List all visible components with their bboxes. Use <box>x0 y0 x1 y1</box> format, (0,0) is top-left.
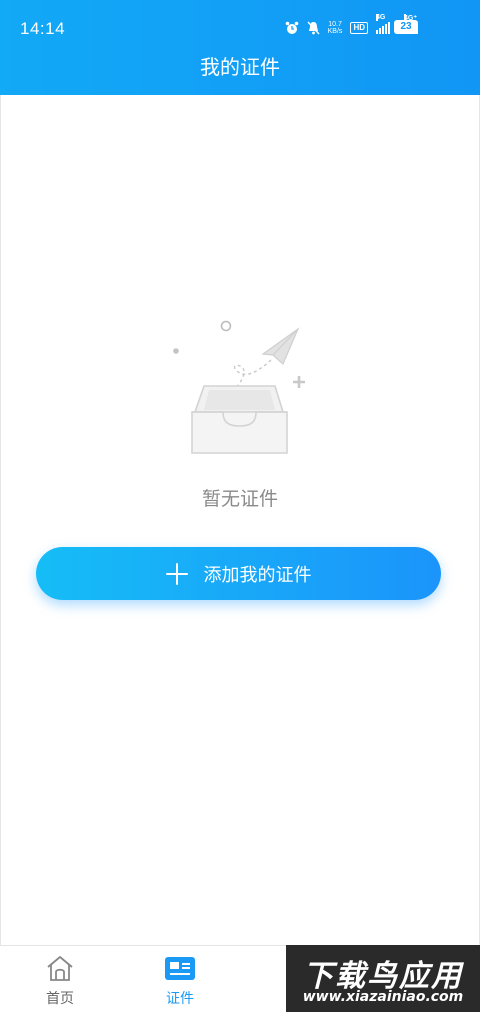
empty-message: 暂无证件 <box>201 488 278 510</box>
tab-certificates[interactable]: 证件 <box>120 946 240 1012</box>
page-title: 我的证件 <box>200 55 280 79</box>
tab-home-label: 首页 <box>46 991 74 1007</box>
app-header: 14:14 10.7 KB/s HD 4G 4G⁺ 23 我的证件 <box>0 0 480 95</box>
hd-badge: HD <box>350 22 368 34</box>
status-bar: 14:14 10.7 KB/s HD 4G 4G⁺ 23 <box>0 0 480 40</box>
signal-strength-1-icon: 4G <box>376 14 390 34</box>
tab-home[interactable]: 首页 <box>0 946 120 1012</box>
left-divider <box>0 95 1 945</box>
add-certificate-button[interactable]: 添加我的证件 <box>36 547 441 600</box>
empty-inbox-paper-plane-icon <box>173 320 305 454</box>
mute-bell-icon <box>307 21 320 35</box>
battery-icon: 23 <box>394 20 418 34</box>
status-time: 14:14 <box>20 19 66 38</box>
tab-certificates-label: 证件 <box>166 991 194 1007</box>
id-card-icon <box>165 957 195 980</box>
watermark-url: www.xiazainiao.com <box>302 989 464 1005</box>
plus-icon <box>165 562 188 585</box>
home-icon <box>47 956 73 981</box>
watermark-logo: 下载鸟应用 www.xiazainiao.com <box>286 945 480 1012</box>
network-speed: 10.7 KB/s <box>327 21 343 35</box>
add-certificate-label: 添加我的证件 <box>203 564 312 586</box>
alarm-icon <box>285 21 298 34</box>
